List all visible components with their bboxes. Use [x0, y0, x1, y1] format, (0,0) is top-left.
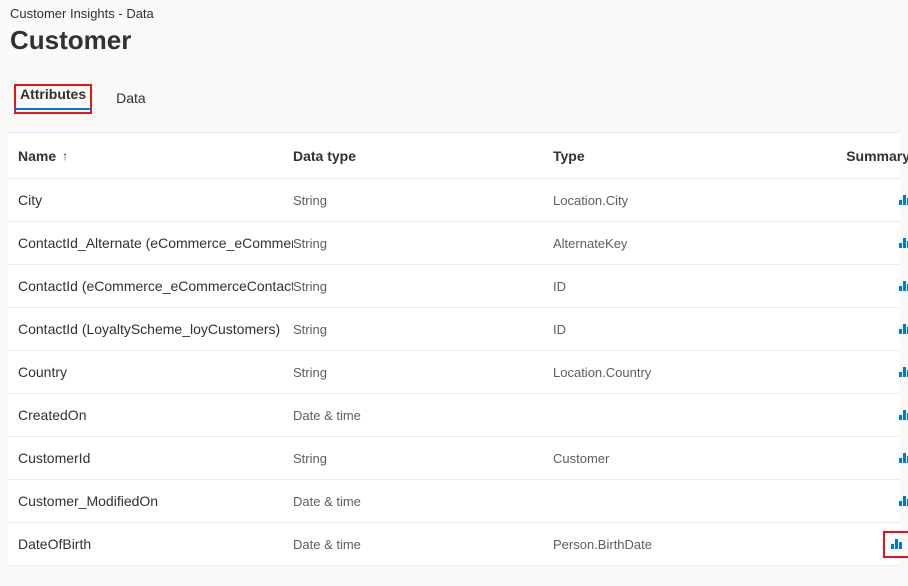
cell-type: Location.City: [553, 193, 828, 208]
sort-asc-icon: ↑: [62, 149, 68, 163]
cell-datatype: String: [293, 322, 553, 337]
cell-summary: [828, 494, 908, 509]
cell-datatype: String: [293, 236, 553, 251]
breadcrumb[interactable]: Customer Insights - Data: [10, 6, 900, 21]
cell-summary: [828, 193, 908, 208]
cell-name: Country: [18, 364, 293, 380]
highlight-attributes-tab: Attributes: [14, 84, 92, 114]
cell-name: City: [18, 192, 293, 208]
cell-summary: [828, 236, 908, 251]
bar-chart-icon[interactable]: [899, 236, 908, 248]
cell-summary: [828, 279, 908, 294]
cell-datatype: Date & time: [293, 494, 553, 509]
tab-attributes[interactable]: Attributes: [16, 80, 90, 110]
cell-name: CustomerId: [18, 450, 293, 466]
cell-type: ID: [553, 279, 828, 294]
table-row[interactable]: ContactId (eCommerce_eCommerceContacts)S…: [8, 265, 900, 308]
column-header-name-label: Name: [18, 148, 56, 164]
cell-datatype: String: [293, 451, 553, 466]
cell-summary: [828, 322, 908, 337]
cell-name: ContactId_Alternate (eCommerce_eCommerce…: [18, 235, 293, 251]
cell-name: DateOfBirth: [18, 536, 293, 552]
cell-type: Customer: [553, 451, 828, 466]
cell-datatype: Date & time: [293, 537, 553, 552]
cell-type: ID: [553, 322, 828, 337]
cell-type: AlternateKey: [553, 236, 828, 251]
table-row[interactable]: ContactId (LoyaltyScheme_loyCustomers)St…: [8, 308, 900, 351]
cell-name: ContactId (eCommerce_eCommerceContacts): [18, 278, 293, 294]
cell-datatype: String: [293, 365, 553, 380]
cell-datatype: Date & time: [293, 408, 553, 423]
table-row[interactable]: CountryStringLocation.Country: [8, 351, 900, 394]
table-row[interactable]: CityStringLocation.City: [8, 179, 900, 222]
cell-name: Customer_ModifiedOn: [18, 493, 293, 509]
cell-summary: [828, 531, 908, 558]
highlight-summary-icon: [883, 531, 908, 558]
table-row[interactable]: CustomerIdStringCustomer: [8, 437, 900, 480]
bar-chart-icon[interactable]: [899, 365, 908, 377]
column-header-datatype[interactable]: Data type: [293, 148, 553, 164]
table-row[interactable]: ContactId_Alternate (eCommerce_eCommerce…: [8, 222, 900, 265]
bar-chart-icon[interactable]: [899, 451, 908, 463]
cell-summary: [828, 408, 908, 423]
cell-type: Location.Country: [553, 365, 828, 380]
bar-chart-icon[interactable]: [899, 279, 908, 291]
cell-name: CreatedOn: [18, 407, 293, 423]
cell-datatype: String: [293, 193, 553, 208]
tab-data[interactable]: Data: [112, 84, 150, 114]
table-row[interactable]: Customer_ModifiedOnDate & time: [8, 480, 900, 523]
cell-type: Person.BirthDate: [553, 537, 828, 552]
column-header-summary[interactable]: Summary: [828, 148, 908, 164]
bar-chart-icon[interactable]: [899, 494, 908, 506]
column-header-name[interactable]: Name ↑: [18, 148, 293, 164]
table-header: Name ↑ Data type Type Summary: [8, 133, 900, 179]
table-row[interactable]: DateOfBirthDate & timePerson.BirthDate: [8, 523, 900, 566]
cell-summary: [828, 451, 908, 466]
tabs-bar: Attributes Data: [8, 84, 900, 114]
cell-summary: [828, 365, 908, 380]
page-title: Customer: [10, 25, 900, 56]
cell-name: ContactId (LoyaltyScheme_loyCustomers): [18, 321, 293, 337]
bar-chart-icon[interactable]: [891, 537, 902, 549]
column-header-type[interactable]: Type: [553, 148, 828, 164]
table-row[interactable]: CreatedOnDate & time: [8, 394, 900, 437]
attributes-table: Name ↑ Data type Type Summary CityString…: [8, 132, 900, 566]
bar-chart-icon[interactable]: [899, 322, 908, 334]
bar-chart-icon[interactable]: [899, 408, 908, 420]
cell-datatype: String: [293, 279, 553, 294]
bar-chart-icon[interactable]: [899, 193, 908, 205]
